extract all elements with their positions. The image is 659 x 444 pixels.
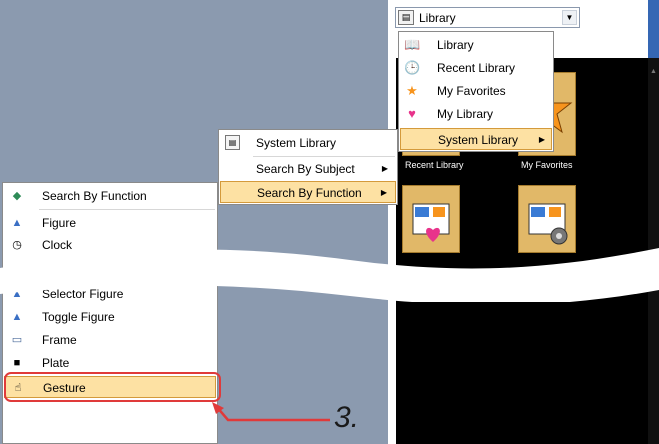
omission-wave-band: [0, 248, 659, 302]
menu-item-label: System Library: [438, 133, 519, 147]
search-by-function-submenu: ◆ Search By Function ▲ Figure ◷ Clock ▲ …: [2, 182, 218, 444]
menu-item-label: Recent Library: [437, 61, 516, 75]
gesture-highlight-box: [4, 372, 221, 402]
menu-item-search-by-function[interactable]: ◆ Search By Function: [4, 185, 216, 207]
menu-separator: [253, 156, 395, 157]
menu-item-label: Search By Subject: [256, 162, 355, 176]
menu-item-my-favorites[interactable]: ★ My Favorites: [400, 80, 552, 102]
menu-item-toggle-figure[interactable]: ▲ Toggle Figure: [4, 306, 216, 328]
system-library-icon: ▤: [225, 135, 240, 150]
thumbnail-caption: Recent Library: [405, 160, 464, 170]
menu-item-figure[interactable]: ▲ Figure: [4, 212, 216, 234]
star-icon: ★: [406, 83, 418, 98]
menu-item-plate[interactable]: ■ Plate: [4, 352, 216, 374]
menu-item-label: Plate: [42, 356, 70, 370]
library-book-icon: ▤: [398, 10, 414, 25]
thumbnail-caption: My Favorites: [521, 160, 573, 170]
menu-item-label: My Library: [437, 107, 494, 121]
frame-icon: ▭: [11, 334, 23, 346]
my-library-heart-icon: ♥: [408, 106, 416, 121]
menu-separator: [39, 209, 215, 210]
menu-item-my-library[interactable]: ♥ My Library: [400, 103, 552, 125]
chevron-right-icon: ▶: [538, 135, 545, 144]
chevron-right-icon: ▶: [381, 164, 388, 173]
menu-item-label: Toggle Figure: [42, 310, 115, 324]
toggle-figure-icon: ▲: [11, 311, 23, 323]
menu-item-label: Search By Function: [257, 186, 362, 200]
menu-item-label: Library: [437, 38, 474, 52]
menu-item-system-library[interactable]: System Library ▶: [400, 128, 552, 150]
figure-icon: ▲: [11, 217, 23, 229]
menu-item-search-by-function[interactable]: Search By Function ▶: [220, 181, 396, 203]
chevron-down-icon[interactable]: ▼: [562, 10, 577, 25]
system-library-submenu: ▤ System Library Search By Subject ▶ Sea…: [218, 129, 398, 205]
library-combobox[interactable]: ▤ Library ▼: [395, 7, 580, 28]
plate-icon: ■: [13, 357, 21, 369]
menu-item-recent-library[interactable]: 🕒 Recent Library: [400, 57, 552, 79]
menu-item-label: Figure: [42, 216, 77, 230]
chevron-right-icon: ▶: [380, 188, 387, 197]
menu-item-frame[interactable]: ▭ Frame: [4, 329, 216, 351]
combobox-value: Library: [419, 11, 456, 25]
panel-divider: [388, 0, 389, 444]
menu-item-system-library[interactable]: ▤ System Library: [220, 132, 396, 154]
recent-library-icon: 🕒: [404, 60, 421, 75]
panel-titlebar-strip: [648, 0, 659, 58]
menu-item-label: System Library: [256, 136, 337, 150]
menu-item-search-by-subject[interactable]: Search By Subject ▶: [220, 158, 396, 180]
callout-arrow-icon: [212, 402, 330, 422]
menu-item-label: Frame: [42, 333, 77, 347]
menu-item-label: My Favorites: [437, 84, 506, 98]
menu-item-library[interactable]: 📖 Library: [400, 34, 552, 56]
step-number: 3.: [334, 401, 360, 434]
library-book-icon: 📖: [404, 37, 421, 52]
menu-item-label: Search By Function: [42, 189, 147, 203]
library-dropdown-menu: 📖 Library 🕒 Recent Library ★ My Favorite…: [398, 31, 554, 152]
scroll-up-icon[interactable]: ▲: [650, 68, 657, 75]
search-by-function-icon: ◆: [12, 190, 22, 202]
